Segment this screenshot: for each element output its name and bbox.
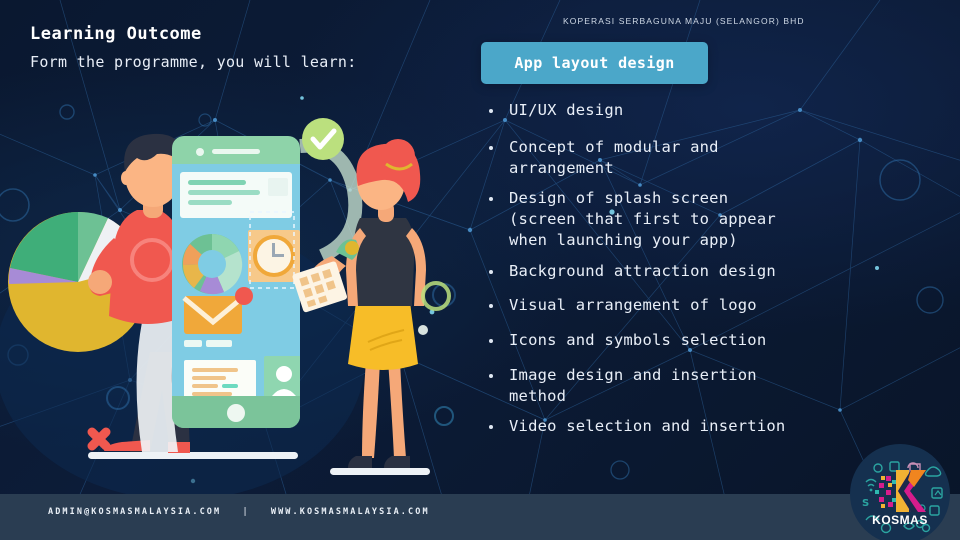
list-item-line: Icons and symbols selection xyxy=(509,331,767,350)
list-item: Image design and insertion method xyxy=(483,365,913,407)
list-item-line: UI/UX design xyxy=(509,101,624,119)
list-item-line: Image design and insertion xyxy=(509,365,757,384)
tablet-mockup xyxy=(172,136,300,428)
footer-email[interactable]: ADMIN@KOSMASMALAYSIA.COM xyxy=(48,507,221,517)
logo-wordmark: KOSMAS xyxy=(872,513,928,527)
bullet-dot-icon xyxy=(489,269,493,274)
app-design-illustration xyxy=(0,118,454,500)
page-subtitle: Form the programme, you will learn: xyxy=(30,52,357,71)
app-layout-design-badge[interactable]: App layout design xyxy=(481,42,708,84)
footer-separator: | xyxy=(242,507,250,517)
bullet-dot-icon xyxy=(489,145,493,150)
badge-label: App layout design xyxy=(514,54,675,72)
list-item-line: Concept of modular and xyxy=(509,137,719,156)
footer-contact: ADMIN@KOSMASMALAYSIA.COM | WWW.KOSMASMAL… xyxy=(48,507,430,517)
list-item-line: Background attraction design xyxy=(509,261,776,280)
svg-text:S: S xyxy=(862,498,869,509)
bullet-dot-icon xyxy=(489,425,493,430)
list-item: Icons and symbols selection xyxy=(483,330,913,351)
list-item-line: method xyxy=(509,386,567,405)
list-item-line: when launching your app) xyxy=(509,230,738,249)
kosmas-logo: S KOSMAS xyxy=(850,444,950,540)
bullet-dot-icon xyxy=(489,109,493,113)
heading-block: Learning Outcome Form the programme, you… xyxy=(30,22,357,74)
checkmark-badge xyxy=(299,118,363,263)
footer-bar: ADMIN@KOSMASMALAYSIA.COM | WWW.KOSMASMAL… xyxy=(0,494,960,540)
list-item: Design of splash screen (screen that fir… xyxy=(483,188,913,250)
page-title: Learning Outcome xyxy=(30,24,202,44)
bullet-dot-icon xyxy=(489,373,493,378)
list-item-line: Design of splash screen xyxy=(509,189,729,208)
list-item: Video selection and insertion xyxy=(483,416,913,437)
footer-website[interactable]: WWW.KOSMASMALAYSIA.COM xyxy=(271,507,430,517)
list-item-line: arrangement xyxy=(509,158,614,177)
list-item-line: Video selection and insertion xyxy=(509,417,786,436)
bullet-dot-icon xyxy=(489,197,493,202)
slide-canvas: Learning Outcome Form the programme, you… xyxy=(0,0,960,540)
bullet-dot-icon xyxy=(489,304,493,309)
footer-organisation: KOPERASI SERBAGUNA MAJU (SELANGOR) BHD xyxy=(563,16,805,26)
list-item: Concept of modular and arrangement xyxy=(483,137,913,179)
list-item: Background attraction design xyxy=(483,261,913,282)
list-item-line: (screen that first to appear xyxy=(509,210,776,229)
list-item: UI/UX design xyxy=(483,100,913,121)
bullet-dot-icon xyxy=(489,339,493,344)
learning-outcome-list: UI/UX design Concept of modular and arra… xyxy=(483,100,913,437)
list-item-line: Visual arrangement of logo xyxy=(509,296,757,315)
list-item: Visual arrangement of logo xyxy=(483,295,913,316)
